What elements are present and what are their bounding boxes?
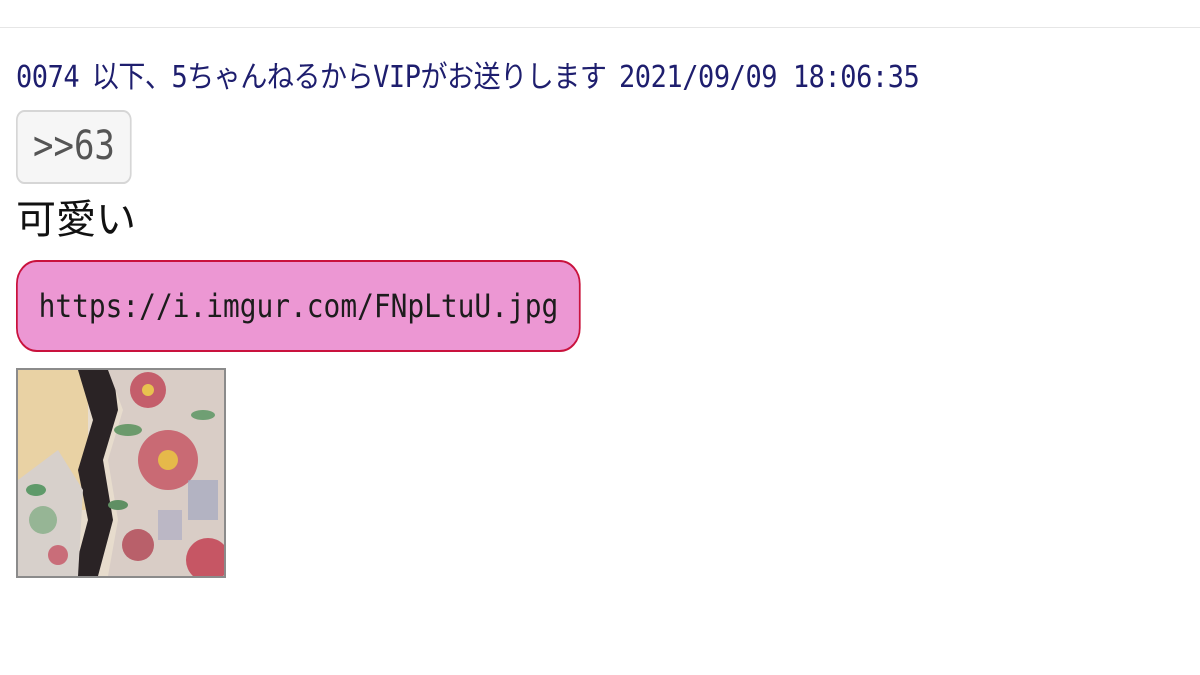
post-header: 0074 以下、5ちゃんねるからVIPがお送りします 2021/09/09 18:0… bbox=[16, 52, 1069, 104]
top-divider bbox=[0, 27, 1200, 28]
reply-anchor-button[interactable]: >>63 bbox=[16, 110, 132, 184]
thumbnail-picture bbox=[18, 370, 224, 576]
post-number: 0074 bbox=[16, 60, 80, 95]
post-message: 可愛い bbox=[16, 197, 136, 243]
post-datetime: 2021/09/09 18:06:35 bbox=[619, 60, 920, 95]
image-link[interactable]: https://i.imgur.com/FNpLtuU.jpg bbox=[16, 260, 581, 352]
post: 0074 以下、5ちゃんねるからVIPがお送りします 2021/09/09 18:0… bbox=[16, 52, 1186, 578]
image-thumbnail[interactable] bbox=[16, 368, 226, 578]
poster-name: 以下、5ちゃんねるからVIPがお送りします bbox=[91, 60, 607, 95]
